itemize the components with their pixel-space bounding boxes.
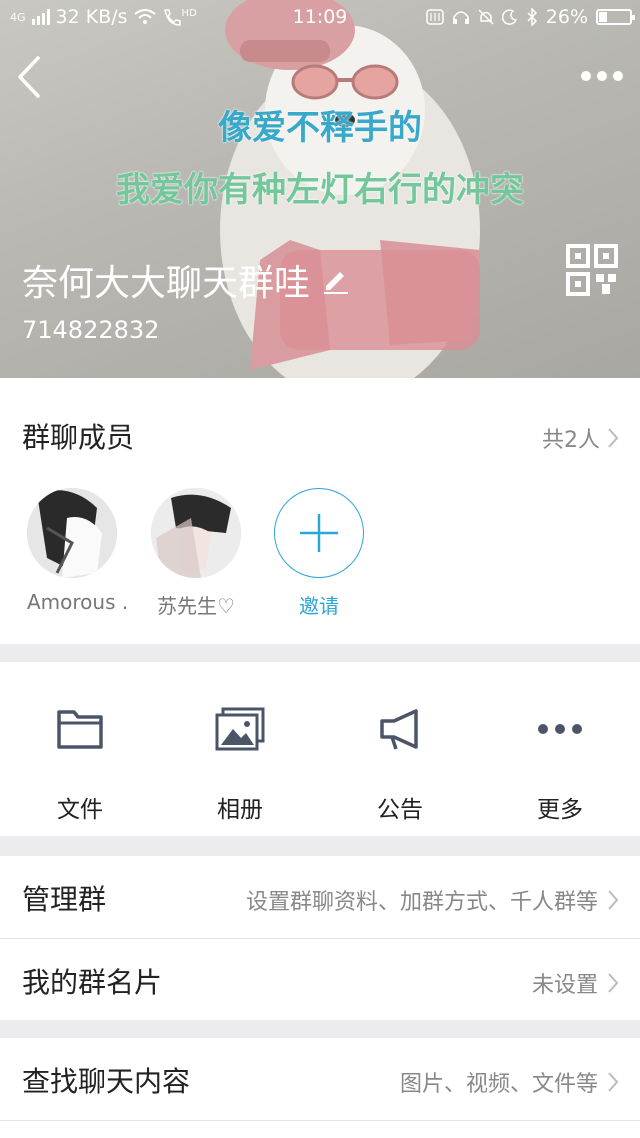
- battery-icon: [596, 9, 635, 25]
- member-name: 苏先生♡: [157, 594, 235, 618]
- more-dots-icon: [538, 724, 582, 734]
- members-count-link[interactable]: 共2人: [542, 422, 620, 454]
- nfc-icon: [426, 9, 444, 25]
- group-id: 714822832: [22, 316, 160, 344]
- plus-icon: [300, 514, 338, 552]
- my-group-card-row[interactable]: 我的群名片 未设置: [0, 938, 640, 1020]
- edit-pencil-icon: [324, 272, 349, 294]
- bluetooth-icon: [527, 8, 537, 26]
- group-header: 4G 32 KB/s HD 11:09 26% 像爱不释手的 我爱你有种左灯右行…: [0, 0, 640, 378]
- member-name: Amorous .: [27, 590, 129, 614]
- tool-label: 更多: [537, 797, 583, 823]
- qr-code-icon: [566, 244, 618, 296]
- status-bar: 4G 32 KB/s HD 11:09 26%: [0, 0, 640, 34]
- chevron-right-icon: [608, 428, 619, 448]
- back-button[interactable]: [10, 52, 50, 102]
- chevron-right-icon: [608, 973, 619, 993]
- group-name-editable[interactable]: 奈何大大聊天群哇: [22, 254, 350, 306]
- folder-icon: [57, 710, 103, 749]
- headset-icon: [452, 11, 469, 24]
- tool-label: 文件: [57, 797, 103, 823]
- battery-percent: 26%: [545, 6, 588, 28]
- group-name: 奈何大大聊天群哇: [22, 263, 311, 304]
- invite-label: 邀请: [299, 594, 339, 618]
- qr-code-button[interactable]: [566, 244, 618, 296]
- tool-files[interactable]: 文件: [20, 704, 140, 824]
- tool-album[interactable]: 相册: [180, 704, 300, 824]
- tool-announcement[interactable]: 公告: [340, 704, 460, 824]
- member-item[interactable]: Amorous .: [27, 488, 129, 614]
- tool-label: 公告: [377, 797, 423, 823]
- lyric-line-1: 像爱不释手的: [218, 108, 422, 148]
- next-row-partial: [0, 1120, 640, 1138]
- lyric-line-2: 我爱你有种左灯右行的冲突: [116, 170, 524, 210]
- chevron-right-icon: [608, 1072, 619, 1092]
- members-title: 群聊成员: [22, 421, 135, 454]
- manage-group-row[interactable]: 管理群 设置群聊资料、加群方式、千人群等: [0, 856, 640, 938]
- row-label: 我的群名片: [22, 966, 163, 999]
- row-label: 管理群: [22, 883, 107, 916]
- search-chat-row[interactable]: 查找聊天内容 图片、视频、文件等: [0, 1038, 640, 1120]
- tool-more[interactable]: 更多: [500, 704, 620, 824]
- members-count: 共2人: [542, 428, 600, 453]
- mute-bell-icon: [478, 9, 494, 25]
- row-label: 查找聊天内容: [22, 1065, 191, 1098]
- invite-button[interactable]: 邀请: [274, 488, 364, 619]
- member-item[interactable]: 苏先生♡: [151, 488, 241, 619]
- members-section: 群聊成员 共2人 Amorous . 苏先生♡ 邀请: [0, 378, 640, 644]
- more-dots-icon: [581, 71, 623, 81]
- chevron-right-icon: [608, 890, 619, 910]
- moon-icon: [501, 9, 517, 25]
- avatar: [151, 488, 241, 578]
- more-options-button[interactable]: [576, 58, 628, 94]
- invite-circle: [274, 488, 364, 578]
- row-value: 设置群聊资料、加群方式、千人群等: [245, 890, 598, 915]
- announcement-icon: [380, 709, 418, 750]
- tool-label: 相册: [217, 797, 263, 823]
- row-value: 图片、视频、文件等: [399, 1072, 598, 1097]
- album-icon: [215, 707, 265, 751]
- tools-grid: 文件 相册 公告 更多: [0, 662, 640, 836]
- chevron-left-icon: [18, 56, 40, 98]
- row-value: 未设置: [531, 973, 598, 998]
- avatar: [27, 488, 117, 578]
